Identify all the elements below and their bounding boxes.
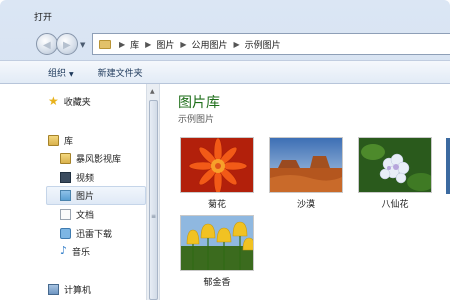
sidebar-item-label: 暴风影视库 (76, 154, 122, 165)
back-button[interactable]: ◀ (36, 33, 58, 55)
forward-arrow-icon: ▶ (63, 40, 71, 51)
sidebar-item-label: 库 (64, 136, 74, 147)
sidebar-item-label: 收藏夹 (63, 97, 91, 108)
navigation-pane: ★ 收藏夹 库 暴风影视库 视频 图片 文档 迅雷下载 ♪ 音乐 计算机 (0, 84, 146, 300)
thumbnail-label: 沙漠 (296, 200, 315, 210)
breadcrumb-pictures[interactable]: 图片 (156, 38, 174, 51)
desert-photo-thumbnail[interactable] (269, 137, 343, 193)
chevron-right-icon[interactable]: ▶ (145, 40, 151, 49)
organize-label: 组织 (48, 68, 67, 79)
partial-thumbnail-edge[interactable] (446, 138, 450, 194)
sidebar-item-library[interactable]: 库 (48, 131, 73, 149)
forward-button[interactable]: ▶ (56, 33, 78, 55)
sidebar-item-xunlei-downloads[interactable]: 迅雷下载 (60, 224, 112, 242)
navigation-bar: ◀ ▶ ▼ ▶ 库 ▶ 图片 ▶ 公用图片 ▶ 示例图片 (0, 30, 450, 58)
library-icon (60, 152, 71, 164)
chevron-down-icon: ▼ (69, 70, 74, 78)
sidebar-item-label: 迅雷下载 (76, 229, 113, 240)
scroll-up-arrow-icon[interactable]: ▲ (150, 88, 155, 95)
recent-locations-dropdown-icon[interactable]: ▼ (80, 41, 85, 49)
tulips-photo-thumbnail[interactable] (180, 215, 254, 271)
chevron-right-icon[interactable]: ▶ (234, 40, 240, 49)
picture-icon (60, 190, 71, 201)
breadcrumb-library[interactable]: 库 (130, 38, 139, 51)
back-arrow-icon: ◀ (43, 40, 51, 51)
chrysanthemum-photo-thumbnail[interactable] (180, 137, 254, 193)
library-subtitle: 示例图片 (178, 115, 215, 125)
tulips-photo (181, 216, 253, 270)
sidebar-item-label: 音乐 (72, 247, 91, 258)
computer-icon (48, 283, 59, 295)
hydrangea-photo (359, 138, 431, 192)
library-icon (48, 134, 59, 146)
sidebar-item-pictures[interactable]: 图片 (46, 186, 146, 205)
dialog-body: ★ 收藏夹 库 暴风影视库 视频 图片 文档 迅雷下载 ♪ 音乐 计算机 ▲ ≡… (0, 84, 450, 300)
sidebar-item-videos[interactable]: 视频 (60, 168, 94, 186)
sidebar-item-label: 计算机 (64, 285, 92, 296)
sidebar-item-documents[interactable]: 文档 (60, 205, 94, 223)
download-icon (60, 227, 71, 239)
breadcrumb-public-pictures[interactable]: 公用图片 (192, 38, 228, 51)
grip-icon: ≡ (151, 213, 157, 220)
chevron-right-icon[interactable]: ▶ (180, 40, 186, 49)
sidebar-item-label: 文档 (76, 210, 95, 221)
video-icon (60, 171, 71, 183)
scrollbar-thumb[interactable]: ≡ (149, 100, 158, 300)
music-note-icon: ♪ (60, 244, 68, 257)
sidebar-item-label: 图片 (76, 192, 95, 202)
organize-button[interactable]: 组织 ▼ (48, 66, 74, 79)
star-icon: ★ (48, 94, 59, 108)
sidebar-item-music[interactable]: ♪ 音乐 (60, 242, 90, 260)
breadcrumb-sample-pictures[interactable]: 示例图片 (245, 38, 281, 51)
sidebar-scrollbar[interactable]: ▲ ≡ (146, 84, 160, 300)
file-open-dialog: 打开 ◀ ▶ ▼ ▶ 库 ▶ 图片 ▶ 公用图片 ▶ 示例图片 组织 ▼ 新建文件… (0, 0, 450, 300)
chrysanthemum-photo (181, 138, 253, 192)
document-icon (60, 208, 71, 220)
thumbnail-label: 郁金香 (203, 278, 231, 288)
file-view: 图片库 示例图片 菊花 沙漠 八仙花 郁金香 (160, 84, 450, 300)
window-title: 打开 (34, 13, 53, 23)
chevron-right-icon[interactable]: ▶ (119, 40, 125, 49)
library-title: 图片库 (178, 95, 220, 111)
folder-icon (99, 39, 111, 49)
sidebar-item-computer[interactable]: 计算机 (48, 280, 91, 298)
new-folder-button[interactable]: 新建文件夹 (98, 66, 143, 79)
address-bar[interactable]: ▶ 库 ▶ 图片 ▶ 公用图片 ▶ 示例图片 (92, 33, 450, 55)
desert-photo (270, 138, 342, 192)
hydrangea-photo-thumbnail[interactable] (358, 137, 432, 193)
thumbnail-label: 八仙花 (381, 200, 409, 210)
thumbnail-label: 菊花 (207, 200, 226, 210)
sidebar-item-label: 视频 (76, 173, 95, 184)
sidebar-item-baofeng-video-library[interactable]: 暴风影视库 (60, 149, 121, 167)
command-bar: 组织 ▼ 新建文件夹 (0, 60, 450, 84)
sidebar-item-favorites[interactable]: ★ 收藏夹 (48, 92, 91, 110)
